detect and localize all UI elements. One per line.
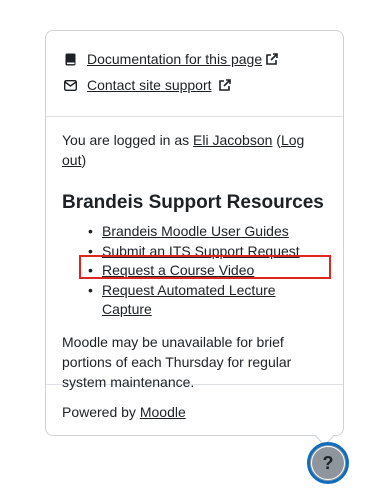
course-video-request-link[interactable]: Request a Course Video	[102, 262, 254, 278]
login-close-paren: )	[81, 152, 87, 168]
footer-popover: Documentation for this page Contact site…	[45, 30, 344, 436]
list-item: • Request a Course Video	[88, 261, 327, 281]
page: Documentation for this page Contact site…	[0, 0, 378, 495]
contact-support-link-row[interactable]: Contact site support	[63, 74, 327, 96]
contact-support-link[interactable]: Contact site support	[87, 77, 212, 93]
maintenance-notice: Moodle may be unavailable for brief port…	[62, 333, 292, 390]
login-prefix: You are logged in as	[62, 132, 194, 148]
user-guides-link[interactable]: Brandeis Moodle User Guides	[102, 223, 289, 239]
main-section: You are logged in as Eli Jacobson (Log o…	[46, 117, 343, 390]
lecture-capture-request-link[interactable]: Request Automated Lecture Capture	[102, 282, 276, 318]
help-button-label: ?	[322, 452, 334, 473]
envelope-icon	[63, 78, 77, 92]
help-button[interactable]: ?	[307, 442, 349, 484]
resources-list: • Brandeis Moodle User Guides • Submit an …	[62, 222, 327, 320]
external-link-icon	[218, 78, 231, 92]
bullet: •	[88, 242, 93, 259]
list-item: • Submit an ITS Support Request	[88, 242, 327, 262]
documentation-link[interactable]: Documentation for this page	[87, 51, 262, 67]
resources-heading: Brandeis Support Resources	[62, 192, 324, 213]
bullet: •	[88, 223, 93, 239]
login-info: You are logged in as Eli Jacobson (Log o…	[62, 130, 327, 170]
list-item: • Brandeis Moodle User Guides	[88, 222, 327, 242]
powered-by-prefix: Powered by	[62, 404, 140, 420]
moodle-link[interactable]: Moodle	[140, 404, 186, 420]
bullet: •	[88, 281, 93, 298]
book-icon	[63, 52, 77, 66]
user-profile-link[interactable]: Eli Jacobson	[193, 132, 272, 148]
documentation-link-row[interactable]: Documentation for this page	[63, 48, 327, 70]
external-link-icon	[265, 52, 278, 66]
its-support-request-link[interactable]: Submit an ITS Support Request	[102, 243, 300, 259]
bullet: •	[88, 262, 93, 278]
login-open-paren: (	[272, 132, 281, 148]
list-item: • Request Automated Lecture Capture	[88, 281, 327, 320]
help-links-section: Documentation for this page Contact site…	[46, 31, 343, 117]
